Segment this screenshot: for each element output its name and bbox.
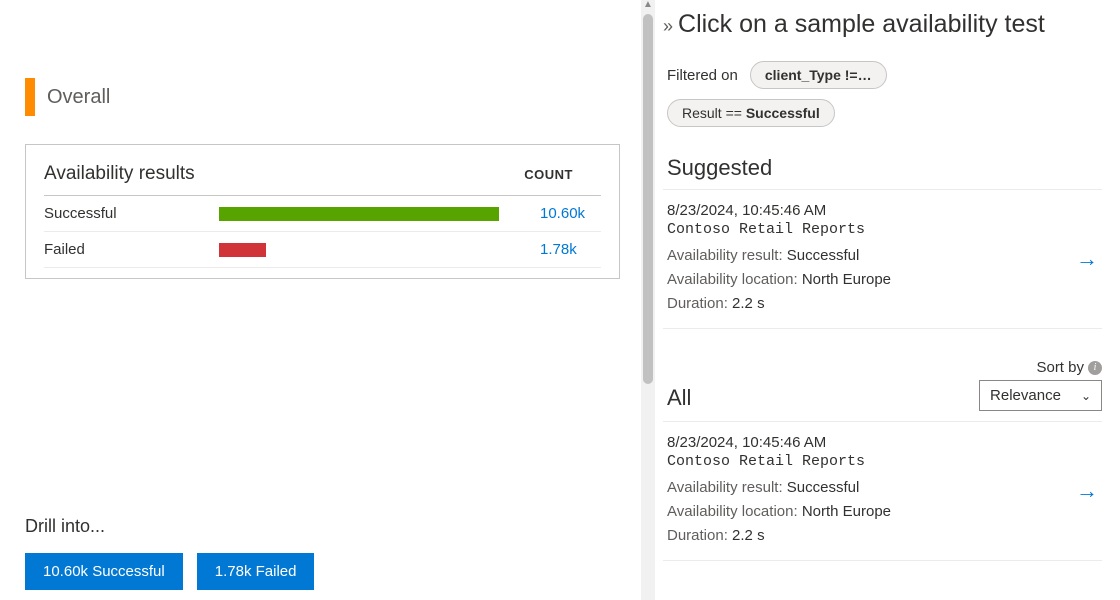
result-count[interactable]: 10.60k <box>536 205 601 222</box>
left-pane: Overall Availability results COUNT Succe… <box>0 0 655 600</box>
suggested-sample-card[interactable]: 8/23/2024, 10:45:46 AM Contoso Retail Re… <box>663 189 1102 329</box>
sample-name: Contoso Retail Reports <box>667 453 1070 470</box>
result-row-failed[interactable]: Failed 1.78k <box>44 232 601 268</box>
bar-failed <box>219 243 266 257</box>
overall-title: Overall <box>47 86 110 109</box>
drill-into-title: Drill into... <box>25 516 645 537</box>
sort-by-select[interactable]: Relevance ⌄ <box>979 380 1102 411</box>
sample-body: 8/23/2024, 10:45:46 AM Contoso Retail Re… <box>667 434 1070 548</box>
suggested-header: Suggested <box>663 155 1102 181</box>
chevron-down-icon: ⌄ <box>1081 389 1091 403</box>
sample-timestamp: 8/23/2024, 10:45:46 AM <box>667 434 1070 451</box>
arrow-right-icon: → <box>1070 478 1098 504</box>
filter-pill-text: client_Type !=… <box>765 67 872 83</box>
availability-results-card: Availability results COUNT Successful 10… <box>25 144 620 279</box>
sample-location-kv: Availability location: North Europe <box>667 500 1070 524</box>
sample-result-kv: Availability result: Successful <box>667 476 1070 500</box>
result-bar-cell <box>219 207 536 221</box>
result-row-successful[interactable]: Successful 10.60k <box>44 196 601 232</box>
result-bar-cell <box>219 243 536 257</box>
right-header: » Click on a sample availability test <box>663 10 1102 39</box>
card-title-row: Availability results COUNT <box>44 163 601 196</box>
count-column-header: COUNT <box>524 167 601 182</box>
sample-timestamp: 8/23/2024, 10:45:46 AM <box>667 202 1070 219</box>
filter-row: Filtered on client_Type !=… <box>663 61 1102 89</box>
bar-success <box>219 207 499 221</box>
all-header-row: All Sort by i Relevance ⌄ <box>663 359 1102 411</box>
result-label: Successful <box>44 205 219 222</box>
filter-pill-result[interactable]: Result == Successful <box>667 99 835 127</box>
result-count[interactable]: 1.78k <box>536 241 601 258</box>
drill-successful-button[interactable]: 10.60k Successful <box>25 553 183 590</box>
right-pane-title: Click on a sample availability test <box>678 10 1045 39</box>
filter-pill-client-type[interactable]: client_Type !=… <box>750 61 887 89</box>
card-title: Availability results <box>44 163 195 185</box>
drill-failed-button[interactable]: 1.78k Failed <box>197 553 315 590</box>
sort-block: Sort by i Relevance ⌄ <box>979 359 1102 411</box>
sample-result-kv: Availability result: Successful <box>667 244 1070 268</box>
result-label: Failed <box>44 241 219 258</box>
sample-duration-kv: Duration: 2.2 s <box>667 524 1070 548</box>
all-sample-card[interactable]: 8/23/2024, 10:45:46 AM Contoso Retail Re… <box>663 421 1102 561</box>
filter-row-2: Result == Successful <box>663 99 1102 127</box>
arrow-right-icon: → <box>1070 246 1098 272</box>
info-icon[interactable]: i <box>1088 361 1102 375</box>
drill-button-row: 10.60k Successful 1.78k Failed <box>25 553 645 590</box>
sample-location-kv: Availability location: North Europe <box>667 268 1070 292</box>
overall-header: Overall <box>25 78 645 116</box>
left-scrollbar[interactable]: ▲ <box>641 0 655 600</box>
expand-toggle-icon[interactable]: » <box>663 10 678 37</box>
sample-body: 8/23/2024, 10:45:46 AM Contoso Retail Re… <box>667 202 1070 316</box>
all-header: All <box>667 385 691 411</box>
filter-pill-text: Result == Successful <box>682 105 820 121</box>
right-pane: » Click on a sample availability test Fi… <box>655 0 1120 600</box>
overall-accent-bar <box>25 78 35 116</box>
scrollbar-thumb[interactable] <box>643 14 653 384</box>
sample-name: Contoso Retail Reports <box>667 221 1070 238</box>
sort-by-label: Sort by i <box>1036 359 1102 376</box>
drill-into-section: Drill into... 10.60k Successful 1.78k Fa… <box>25 516 645 590</box>
sample-duration-kv: Duration: 2.2 s <box>667 292 1070 316</box>
scroll-up-icon[interactable]: ▲ <box>641 0 655 12</box>
filtered-on-label: Filtered on <box>667 67 738 84</box>
sort-value: Relevance <box>990 387 1061 404</box>
